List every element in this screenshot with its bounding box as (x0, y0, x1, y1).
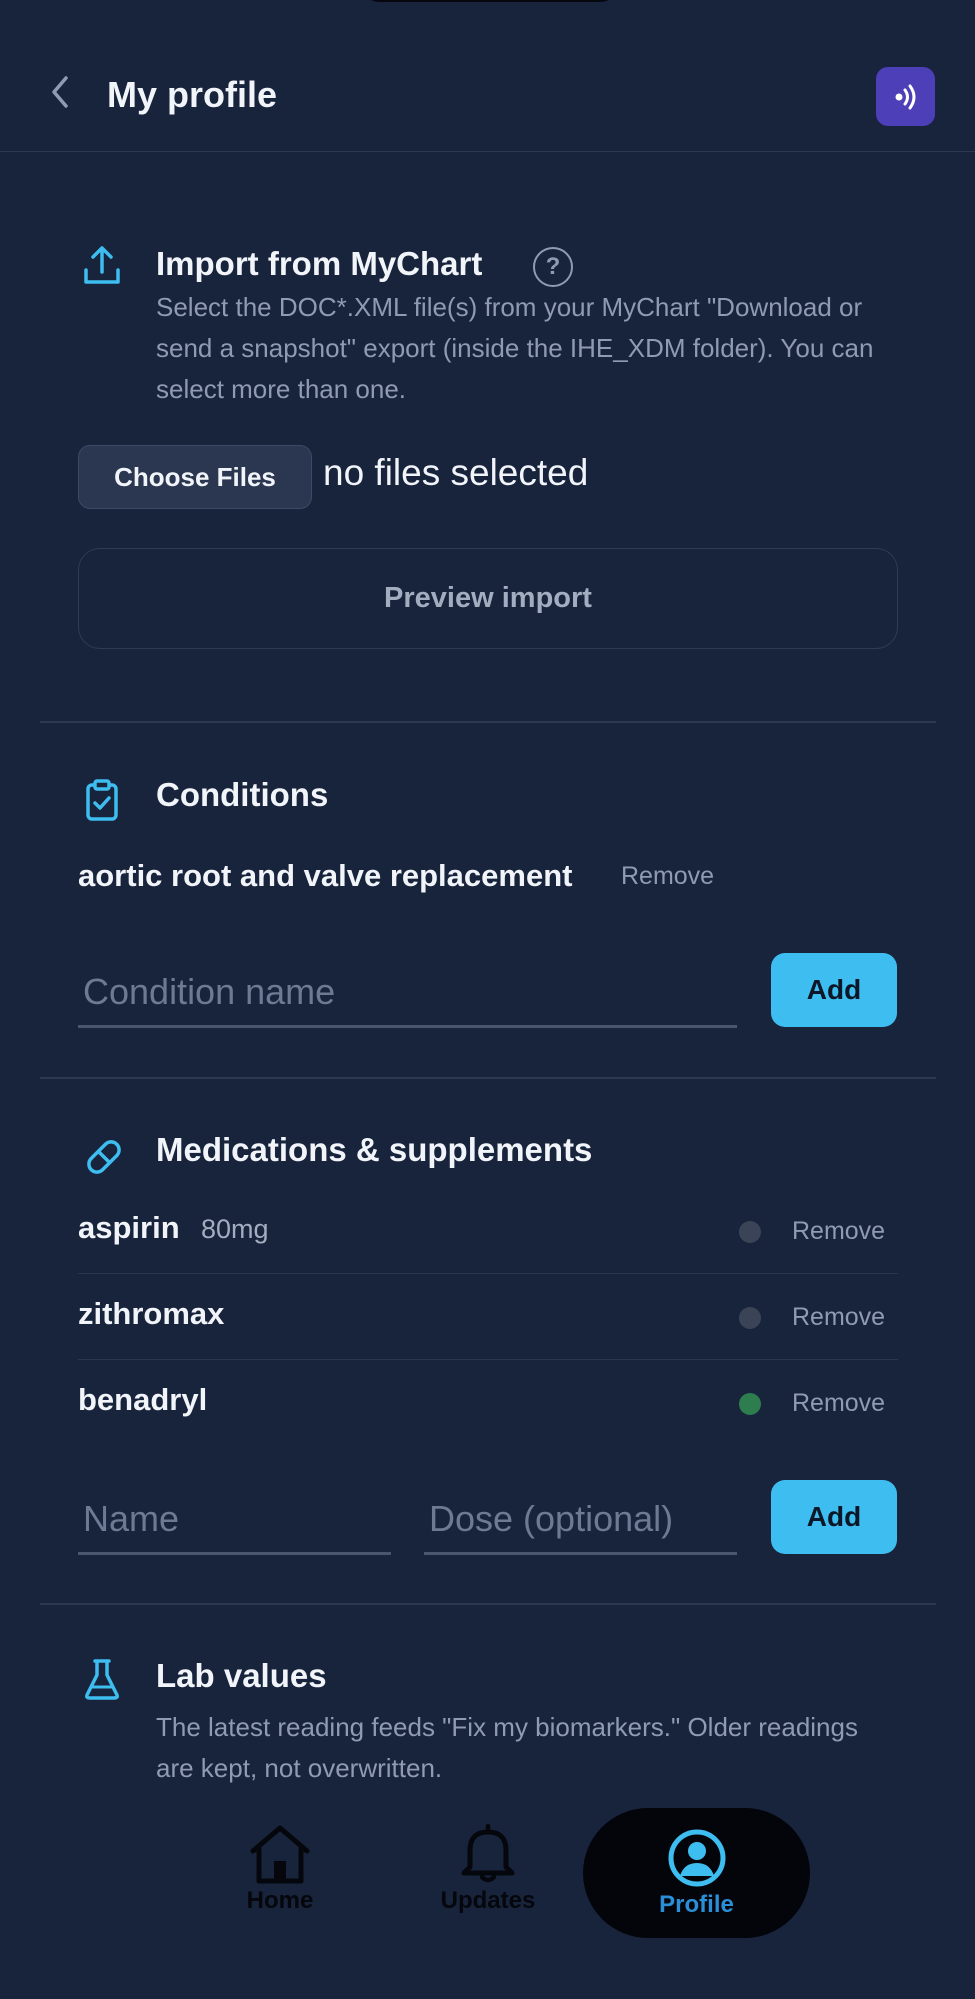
medication-remove-link[interactable]: Remove (792, 1389, 885, 1418)
labs-description: The latest reading feeds "Fix my biomark… (156, 1712, 858, 1783)
voice-button[interactable] (876, 67, 935, 126)
medication-name-input[interactable] (78, 1485, 391, 1555)
import-description: Select the DOC*.XML file(s) from your My… (156, 292, 874, 404)
nav-updates-label: Updates (440, 1887, 536, 1914)
pill-icon (82, 1135, 126, 1179)
medication-row: aspirin 80mg Remove (78, 1188, 898, 1274)
profile-icon (668, 1829, 725, 1887)
divider (40, 721, 936, 723)
medication-remove-link[interactable]: Remove (792, 1303, 885, 1332)
bell-icon (461, 1823, 515, 1883)
status-dot[interactable] (739, 1393, 761, 1415)
nav-profile[interactable]: Profile (583, 1808, 810, 1938)
back-chevron-icon (52, 76, 68, 108)
nav-home[interactable]: Home (210, 1800, 350, 1938)
file-status: no files selected (323, 452, 589, 493)
condition-item: aortic root and valve replacement (78, 858, 573, 893)
divider (40, 1077, 936, 1079)
add-medication-button[interactable]: Add (771, 1480, 897, 1554)
back-button[interactable] (40, 72, 80, 112)
medication-row: zithromax Remove (78, 1274, 898, 1360)
condition-name-input[interactable] (78, 958, 737, 1028)
nav-home-label: Home (246, 1887, 314, 1914)
header: My profile (0, 0, 975, 152)
medications-title: Medications & supplements (156, 1131, 593, 1168)
medication-name: benadryl (78, 1382, 208, 1417)
page-title: My profile (107, 74, 278, 115)
divider (40, 1603, 936, 1605)
medication-remove-link[interactable]: Remove (792, 1217, 885, 1246)
medication-name: zithromax (78, 1296, 225, 1331)
status-dot[interactable] (739, 1221, 761, 1243)
flask-icon (80, 1657, 124, 1701)
profile-page: My profile Import from MyChart ? Select … (0, 0, 975, 1999)
bottom-nav: Home Updates Profile (0, 1800, 975, 1999)
voice-icon (895, 84, 915, 109)
home-icon (250, 1825, 310, 1884)
medication-name: aspirin (78, 1210, 180, 1245)
add-condition-button[interactable]: Add (771, 953, 897, 1027)
conditions-title: Conditions (156, 776, 329, 813)
nav-updates[interactable]: Updates (418, 1800, 558, 1938)
clipboard-check-icon (80, 778, 124, 822)
nav-profile-label: Profile (659, 1891, 734, 1918)
import-title: Import from MyChart (156, 245, 483, 282)
medication-dose: 80mg (201, 1214, 269, 1244)
status-dot[interactable] (739, 1307, 761, 1329)
help-icon[interactable]: ? (533, 247, 573, 287)
choose-files-button[interactable]: Choose Files (78, 445, 312, 509)
labs-title: Lab values (156, 1657, 327, 1694)
preview-import-button[interactable]: Preview import (78, 548, 898, 649)
condition-remove-link[interactable]: Remove (621, 862, 714, 891)
medication-dose-input[interactable] (424, 1485, 737, 1555)
medication-row: benadryl Remove (78, 1360, 898, 1446)
upload-icon (80, 244, 124, 288)
